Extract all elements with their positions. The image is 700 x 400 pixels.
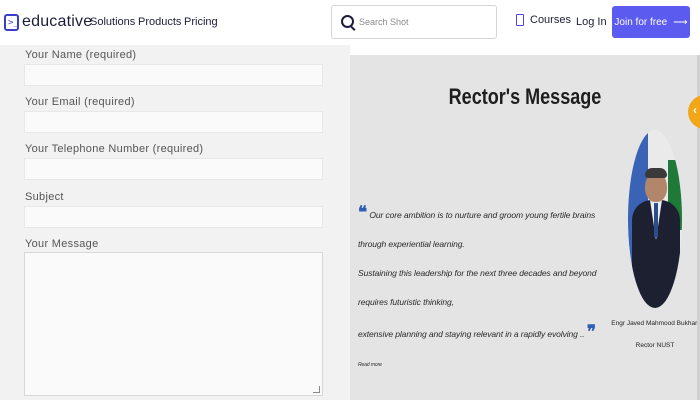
rector-title: Rector's Message [448,84,602,109]
nav-products[interactable]: Products [138,16,181,28]
email-label: Your Email (required) [25,96,135,108]
phone-field[interactable] [24,158,323,180]
rector-portrait [628,130,682,308]
join-label: Join for free [614,16,668,28]
resize-grip-icon[interactable] [313,386,320,393]
search-box[interactable] [331,5,497,39]
arrow-right-icon: ⟶ [673,16,688,28]
email-field[interactable] [24,111,323,133]
educative-logo[interactable]: >_ educative [4,11,92,33]
search-icon [341,15,354,28]
courses-link[interactable]: Courses [516,14,571,26]
quote-line-2: Sustaining this leadership for the next … [358,268,597,307]
courses-book-icon [516,14,524,26]
rector-quote: ❝ Our core ambition is to nurture and gr… [358,198,598,380]
subject-field[interactable] [24,206,323,228]
open-quote-icon: ❝ [358,203,368,222]
top-navbar: >_ educative Solutions Products Pricing … [0,0,700,45]
nav-pricing[interactable]: Pricing [184,16,218,28]
join-for-free-button[interactable]: Join for free ⟶ [612,6,690,38]
logo-terminal-icon: >_ [4,13,19,31]
name-field[interactable] [24,64,323,86]
rector-name: Engr Javed Mahmood Bukhari [611,320,699,327]
quote-line-1: Our core ambition is to nurture and groo… [358,210,596,249]
courses-label: Courses [530,14,571,26]
divider [350,45,700,55]
quote-line-3: extensive planning and staying relevant … [358,329,585,339]
name-label: Your Name (required) [25,49,137,61]
close-quote-icon: ❞ [586,322,596,341]
logo-text: educative [22,13,93,30]
nav-solutions[interactable]: Solutions [90,16,135,28]
message-label: Your Message [25,238,99,250]
search-input[interactable] [359,14,489,30]
phone-label: Your Telephone Number (required) [25,143,204,155]
read-more-link[interactable]: Read more [358,362,382,368]
message-textarea[interactable] [24,252,323,396]
rector-role: Rector NUST [635,342,675,349]
login-link[interactable]: Log In [576,16,607,28]
chevron-left-icon: ‹ [693,103,697,117]
subject-label: Subject [25,191,64,203]
